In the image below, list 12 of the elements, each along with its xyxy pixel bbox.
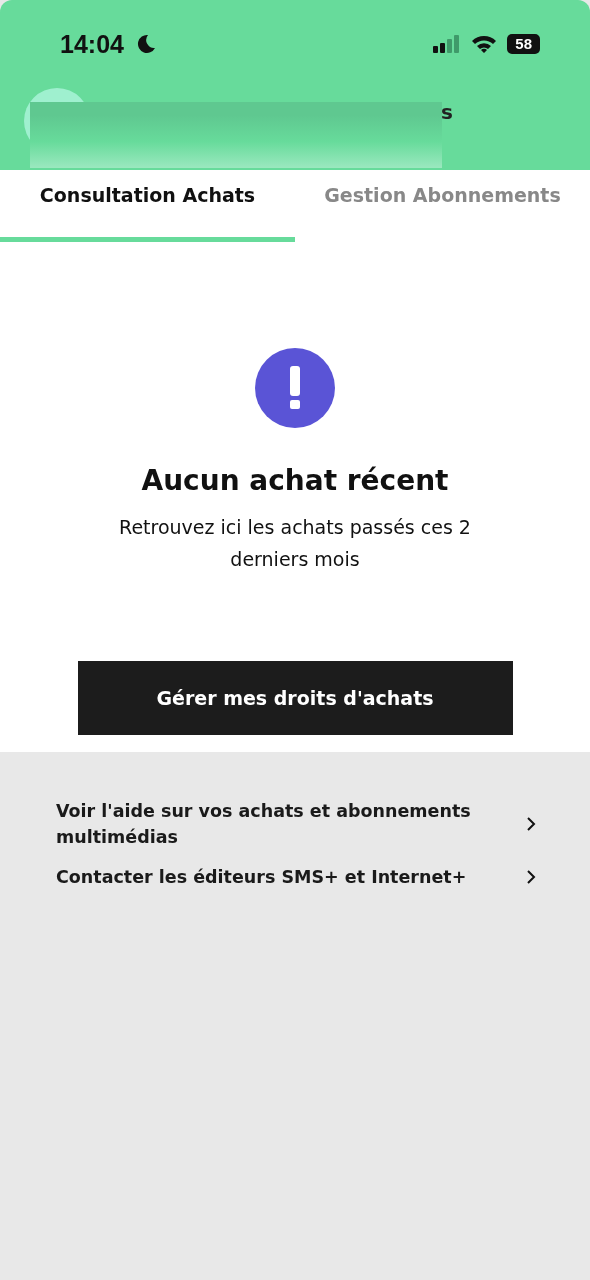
empty-state-title: Aucun achat récent (141, 464, 449, 497)
chevron-right-icon (526, 870, 536, 884)
help-link[interactable]: Contacter les éditeurs SMS+ et Internet+ (56, 864, 536, 890)
status-time: 14:04 (60, 29, 124, 59)
battery-indicator: 58 (507, 34, 540, 54)
empty-state-message: Retrouvez ici les achats passés ces 2 derniers mois (118, 515, 472, 572)
manage-rights-button[interactable]: Gérer mes droits d'achats (77, 661, 513, 735)
help-link[interactable]: Voir l'aide sur vos achats et abonnements multimédias (56, 798, 536, 850)
header-title: s (441, 100, 453, 124)
wifi-icon (471, 34, 498, 54)
chevron-right-icon (526, 817, 536, 831)
signal-icon (433, 34, 462, 54)
